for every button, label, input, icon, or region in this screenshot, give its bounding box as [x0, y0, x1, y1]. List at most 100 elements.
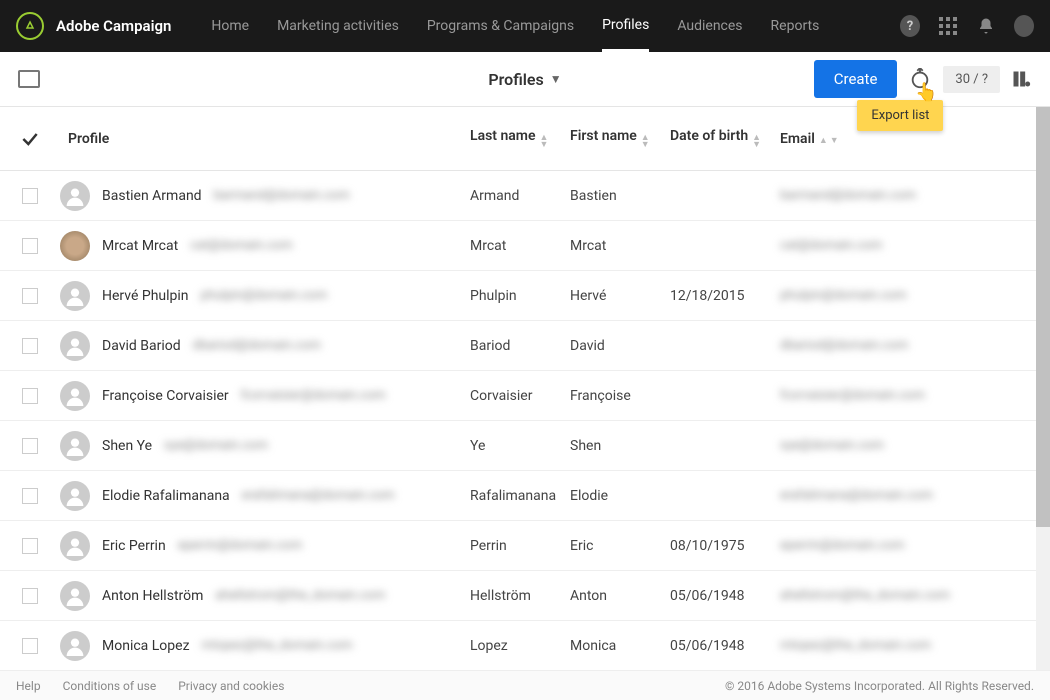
row-checkbox[interactable]: [22, 288, 38, 304]
create-button[interactable]: Create: [814, 60, 898, 98]
cell-firstname: David: [570, 338, 670, 354]
profile-email-blurred: barmand@domain.com: [214, 188, 350, 203]
profile-name: Shen Ye: [102, 438, 152, 454]
col-header-firstname[interactable]: First name▲▼: [570, 128, 670, 149]
help-icon[interactable]: ?: [900, 16, 920, 36]
sub-toolbar-right: Create 👆 Export list 30 / ?: [814, 60, 1032, 98]
profile-name: Françoise Corvaisier: [102, 388, 229, 404]
cell-firstname: Monica: [570, 638, 670, 654]
user-avatar-icon[interactable]: [1014, 16, 1034, 36]
cell-dob: 05/06/1948: [670, 588, 780, 604]
row-checkbox[interactable]: [22, 588, 38, 604]
profile-name: Bastien Armand: [102, 188, 202, 204]
profile-name: Hervé Phulpin: [102, 288, 189, 304]
col-header-lastname[interactable]: Last name▲▼: [470, 128, 570, 149]
select-all-header[interactable]: [0, 129, 60, 149]
table-row[interactable]: Shen Ye sye@domain.comYeShensye@domain.c…: [0, 421, 1050, 471]
cell-lastname: Bariod: [470, 338, 570, 354]
cell-lastname: Armand: [470, 188, 570, 204]
scrollbar-thumb[interactable]: [1036, 107, 1050, 527]
cell-email-blurred: eperrin@domain.com: [780, 538, 1030, 553]
footer-link-privacy-and-cookies[interactable]: Privacy and cookies: [178, 679, 284, 693]
cell-lastname: Hellström: [470, 588, 570, 604]
profile-name: Elodie Rafalimanana: [102, 488, 230, 504]
table-row[interactable]: Elodie Rafalimanana erafalimana@domain.c…: [0, 471, 1050, 521]
profile-name: Monica Lopez: [102, 638, 190, 654]
table-row[interactable]: David Bariod dbariod@domain.com BariodDav…: [0, 321, 1050, 371]
page-title: Profiles: [488, 70, 543, 89]
table-row[interactable]: Mrcat Mrcat cat@domain.comMrcatMrcatcat@…: [0, 221, 1050, 271]
table-row[interactable]: Eric Perrin eperrin@domain.comPerrinEric…: [0, 521, 1050, 571]
profile-email-blurred: ahellstrom@the_domain.com: [215, 588, 385, 603]
footer-link-conditions-of-use[interactable]: Conditions of use: [63, 679, 157, 693]
nav-item-marketing-activities[interactable]: Marketing activities: [277, 0, 399, 52]
cell-email-blurred: fcorvaisier@domain.com: [780, 388, 1030, 403]
apps-grid-icon[interactable]: [938, 16, 958, 36]
cell-firstname: Elodie: [570, 488, 670, 504]
nav-item-reports[interactable]: Reports: [771, 0, 820, 52]
cell-email-blurred: cat@domain.com: [780, 238, 1030, 253]
cell-firstname: Bastien: [570, 188, 670, 204]
cell-dob: 08/10/1975: [670, 538, 780, 554]
row-checkbox[interactable]: [22, 188, 38, 204]
cell-email-blurred: sye@domain.com: [780, 438, 1030, 453]
table-row[interactable]: Monica Lopez mlopez@the_domain.com LopezM…: [0, 621, 1050, 670]
cell-firstname: Hervé: [570, 288, 670, 304]
profile-name: Mrcat Mrcat: [102, 238, 178, 254]
profile-email-blurred: dbariod@domain.com: [193, 338, 321, 353]
profile-email-blurred: eperrin@domain.com: [178, 538, 303, 553]
cell-email-blurred: mlopez@the_domain.com: [780, 638, 1030, 653]
brand-label: Adobe Campaign: [56, 17, 171, 35]
cell-email-blurred: phulpin@domain.com: [780, 288, 1030, 303]
panel-toggle-icon[interactable]: [18, 70, 40, 88]
row-checkbox[interactable]: [22, 638, 38, 654]
row-checkbox[interactable]: [22, 338, 38, 354]
bell-icon[interactable]: [976, 16, 996, 36]
row-checkbox[interactable]: [22, 238, 38, 254]
profile-name: David Bariod: [102, 338, 181, 354]
cell-lastname: Rafalimanana: [470, 488, 570, 504]
sub-toolbar: Profiles ▼ Create 👆 Export list 30 / ?: [0, 52, 1050, 107]
cell-lastname: Phulpin: [470, 288, 570, 304]
cell-firstname: Françoise: [570, 388, 670, 404]
profile-email-blurred: mlopez@the_domain.com: [202, 638, 353, 653]
avatar: [60, 381, 90, 411]
export-list-button[interactable]: [907, 66, 933, 92]
cell-email-blurred: ahellstrom@the_domain.com: [780, 588, 1030, 603]
cell-dob: 12/18/2015: [670, 288, 780, 304]
col-header-dob[interactable]: Date of birth▲▼: [670, 128, 780, 149]
profile-email-blurred: sye@domain.com: [164, 438, 268, 453]
cell-firstname: Anton: [570, 588, 670, 604]
vertical-scrollbar[interactable]: [1036, 107, 1050, 670]
profile-email-blurred: cat@domain.com: [190, 238, 292, 253]
nav-item-home[interactable]: Home: [211, 0, 249, 52]
nav-item-profiles[interactable]: Profiles: [602, 0, 649, 52]
brand-block: Adobe Campaign: [16, 12, 171, 40]
footer-link-help[interactable]: Help: [16, 679, 41, 693]
cell-lastname: Ye: [470, 438, 570, 454]
table-row[interactable]: Hervé Phulpin phulpin@domain.com PhulpinH…: [0, 271, 1050, 321]
avatar: [60, 431, 90, 461]
configure-list-icon[interactable]: [1010, 68, 1032, 90]
table-row[interactable]: Françoise Corvaisier fcorvaisier@domain.…: [0, 371, 1050, 421]
row-checkbox[interactable]: [22, 488, 38, 504]
row-checkbox[interactable]: [22, 388, 38, 404]
export-tooltip: Export list: [857, 100, 943, 131]
col-header-profile[interactable]: Profile: [60, 131, 470, 147]
col-header-email[interactable]: Email▲▼: [780, 131, 1030, 147]
row-checkbox[interactable]: [22, 438, 38, 454]
nav-item-audiences[interactable]: Audiences: [677, 0, 742, 52]
top-navbar: Adobe Campaign Home Marketing activities P…: [0, 0, 1050, 52]
table-row[interactable]: Bastien Armand barmand@domain.com ArmandB…: [0, 171, 1050, 221]
page-title-dropdown[interactable]: Profiles ▼: [488, 70, 561, 89]
table-row[interactable]: Anton Hellström ahellstrom@the_domain.co…: [0, 571, 1050, 621]
app-logo-icon: [16, 12, 44, 40]
cell-lastname: Lopez: [470, 638, 570, 654]
cell-email-blurred: erafalimana@domain.com: [780, 488, 1030, 503]
cell-lastname: Perrin: [470, 538, 570, 554]
avatar: [60, 581, 90, 611]
row-checkbox[interactable]: [22, 538, 38, 554]
profiles-table: Profile Last name▲▼ First name▲▼ Date of…: [0, 107, 1050, 670]
profile-email-blurred: erafalimana@domain.com: [242, 488, 395, 503]
nav-item-programs-campaigns[interactable]: Programs & Campaigns: [427, 0, 574, 52]
